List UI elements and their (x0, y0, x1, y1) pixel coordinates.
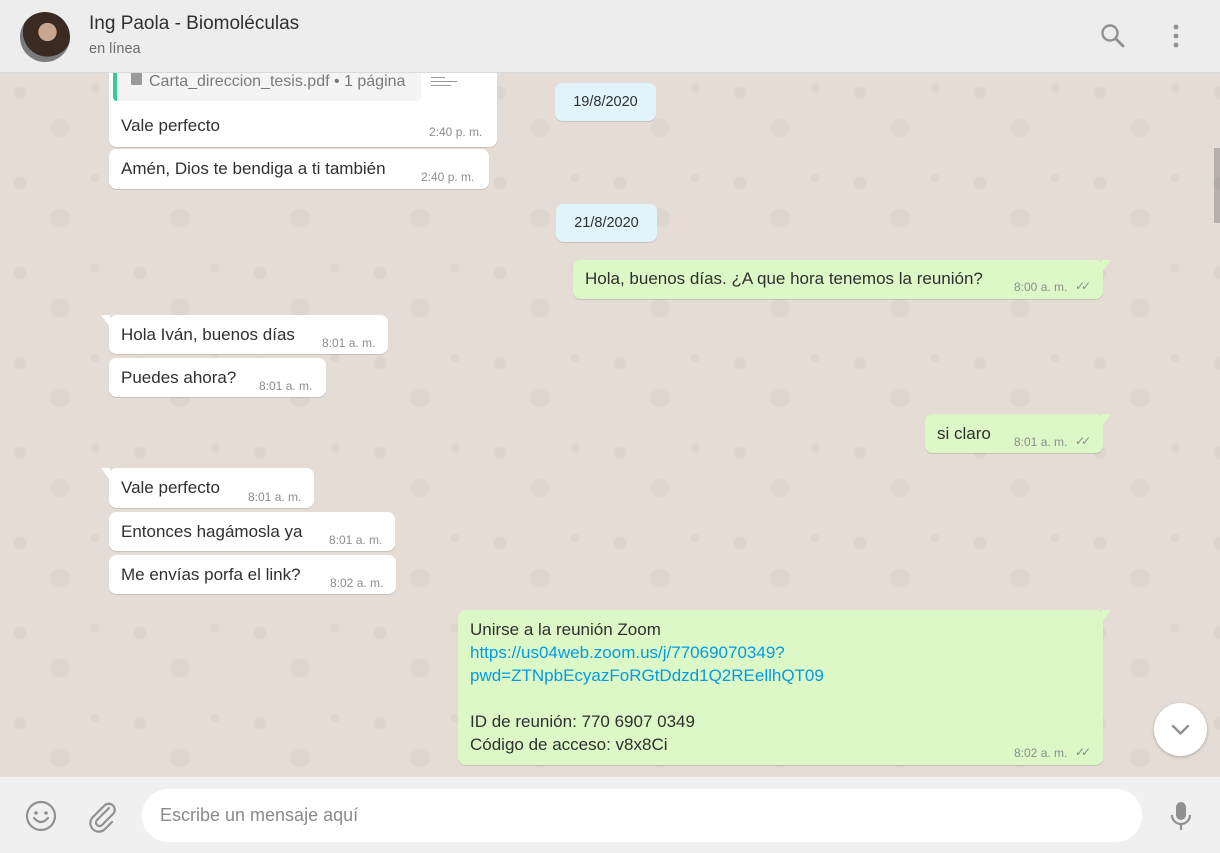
message-time: 2:40 p. m. (429, 125, 483, 139)
message-text: Vale perfecto (121, 478, 220, 497)
message-text: Me envías porfa el link? (121, 565, 301, 584)
message-input[interactable] (142, 789, 1142, 842)
chat-scrollbar[interactable] (1214, 148, 1220, 223)
double-check-icon: ✓✓ (1075, 279, 1091, 293)
message-time: 8:01 a. m. (1014, 435, 1068, 449)
zoom-title: Unirse a la reunión Zoom (470, 620, 661, 639)
composer-bar (0, 777, 1220, 853)
message-bubble-out[interactable]: Hola, buenos días. ¿A que hora tenemos l… (573, 260, 1111, 299)
zoom-link-continued[interactable]: pwd=ZTNpbEcyazFoRGtDdzd1Q2REellhQT09 (470, 666, 824, 686)
message-bubble-in[interactable]: Vale perfecto 8:01 a. m. (101, 468, 314, 508)
zoom-link[interactable]: https://us04web.zoom.us/j/77069070349? (470, 643, 785, 663)
emoji-icon[interactable] (24, 799, 58, 833)
menu-icon[interactable] (1162, 22, 1190, 50)
message-text: Puedes ahora? (121, 368, 237, 387)
bubble-tail (1102, 414, 1111, 426)
zoom-meeting-id: ID de reunión: 770 6907 0349 (470, 712, 695, 731)
message-time: 8:02 a. m. (330, 576, 384, 590)
document-preview[interactable]: Carta_direccion_tesis.pdf • 1 página (113, 73, 421, 101)
document-thumbnail (421, 73, 493, 101)
message-time: 8:01 a. m. (259, 379, 313, 393)
message-text: Entonces hagámosla ya (121, 522, 303, 541)
microphone-icon[interactable] (1164, 799, 1198, 833)
message-text: Vale perfecto (121, 116, 220, 135)
attach-icon[interactable] (85, 799, 119, 833)
document-filename: Carta_direccion_tesis.pdf • 1 página (149, 73, 406, 90)
message-text: Hola Iván, buenos días (121, 325, 295, 344)
search-icon[interactable] (1099, 22, 1127, 50)
bubble-tail (1102, 260, 1111, 272)
message-bubble-in[interactable]: Amén, Dios te bendiga a ti también 2:40 … (109, 149, 489, 189)
message-bubble-in[interactable]: Entonces hagámosla ya 8:01 a. m. (109, 512, 395, 551)
message-text: Amén, Dios te bendiga a ti también (121, 159, 386, 178)
zoom-invite-message[interactable]: Unirse a la reunión Zoom https://us04web… (458, 610, 1111, 765)
bubble-tail (1102, 610, 1111, 622)
chat-header: Ing Paola - Biomoléculas en línea (0, 0, 1220, 73)
message-bubble-out[interactable]: si claro 8:01 a. m. ✓✓ (925, 414, 1111, 453)
bubble-tail (101, 315, 110, 327)
document-message[interactable]: Carta_direccion_tesis.pdf • 1 página Val… (109, 73, 497, 147)
bubble-tail (101, 468, 110, 480)
contact-avatar[interactable] (20, 12, 70, 62)
message-time: 8:01 a. m. (322, 336, 376, 350)
message-text: Hola, buenos días. ¿A que hora tenemos l… (585, 269, 983, 288)
contact-status: en línea (89, 41, 141, 57)
contact-name[interactable]: Ing Paola - Biomoléculas (89, 13, 299, 35)
document-icon (131, 73, 142, 85)
message-bubble-in[interactable]: Puedes ahora? 8:01 a. m. (109, 358, 326, 397)
double-check-icon: ✓✓ (1075, 745, 1091, 759)
double-check-icon: ✓✓ (1075, 434, 1091, 448)
date-chip: 21/8/2020 (556, 204, 657, 242)
message-time: 8:01 a. m. (248, 490, 302, 504)
message-time: 8:02 a. m. (1014, 746, 1068, 760)
scroll-down-button[interactable] (1154, 703, 1207, 756)
message-text: si claro (937, 424, 991, 443)
zoom-passcode: Código de acceso: v8x8Ci (470, 735, 668, 754)
message-time: 8:00 a. m. (1014, 280, 1068, 294)
chat-area: Carta_direccion_tesis.pdf • 1 página Val… (0, 73, 1220, 777)
chevron-down-icon (1171, 724, 1190, 735)
message-time: 8:01 a. m. (329, 533, 383, 547)
date-chip: 19/8/2020 (555, 83, 656, 121)
message-bubble-in[interactable]: Me envías porfa el link? 8:02 a. m. (109, 555, 396, 594)
message-bubble-in[interactable]: Hola Iván, buenos días 8:01 a. m. (101, 315, 388, 354)
message-time: 2:40 p. m. (421, 170, 475, 184)
